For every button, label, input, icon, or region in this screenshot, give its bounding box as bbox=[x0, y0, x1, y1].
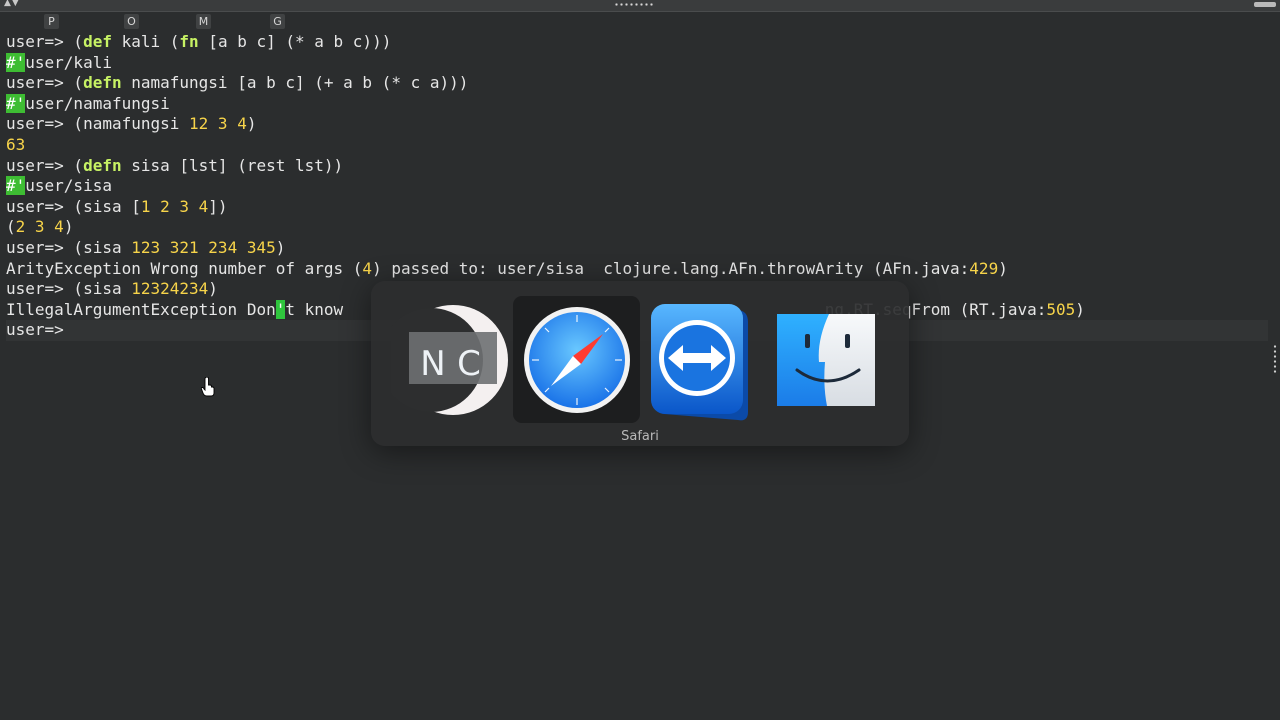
terminal-line: user=> (defn namafungsi [a b c] (+ a b (… bbox=[6, 73, 1268, 94]
vertical-resize-grip-icon[interactable] bbox=[1273, 344, 1277, 374]
horizontal-scroll-indicator[interactable] bbox=[1254, 2, 1276, 7]
terminal-text: ) bbox=[998, 258, 1008, 278]
terminal-text: 4 bbox=[362, 258, 373, 278]
terminal-text: ( bbox=[6, 217, 16, 237]
terminal-text: user/kali bbox=[25, 52, 112, 72]
terminal-line: user=> (sisa 123 321 234 345) bbox=[6, 238, 1268, 259]
terminal-line: #'user/kali bbox=[6, 52, 1268, 74]
terminal-text: 12 3 4 bbox=[189, 114, 247, 134]
terminal-text: namafungsi [a b c] (+ a b (* c a))) bbox=[121, 73, 469, 93]
terminal-text: #' bbox=[6, 93, 26, 113]
terminal-line: user=> (namafungsi 12 3 4) bbox=[6, 114, 1268, 135]
hint-o[interactable]: O bbox=[124, 14, 139, 29]
terminal-text: 12324234 bbox=[131, 279, 209, 299]
terminal-text: ) bbox=[246, 114, 257, 134]
hand-pointer-icon bbox=[200, 377, 215, 397]
terminal-text: 2 3 4 bbox=[15, 217, 64, 237]
finder-icon bbox=[777, 314, 875, 406]
terminal-text: user/namafungsi bbox=[25, 93, 170, 113]
terminal-text: def bbox=[83, 32, 112, 51]
terminal-text: user=> (sisa bbox=[6, 237, 132, 257]
terminal-text: 505 bbox=[1046, 299, 1076, 319]
terminal-text: kali ( bbox=[111, 32, 180, 51]
selected-app-label: Safari bbox=[621, 429, 659, 444]
terminal-text: [a b c] (* a b c))) bbox=[198, 32, 392, 51]
terminal-line: user=> (defn sisa [lst] (rest lst)) bbox=[6, 156, 1268, 177]
terminal-text: #' bbox=[6, 52, 26, 72]
hint-g[interactable]: G bbox=[270, 14, 285, 29]
app-switcher-item-teamviewer[interactable] bbox=[640, 296, 767, 423]
scroll-arrows-icon[interactable]: ▲▼ bbox=[4, 0, 20, 8]
terminal-text: ) bbox=[1075, 299, 1085, 319]
terminal-line: ArityException Wrong number of args (4) … bbox=[6, 259, 1268, 280]
teamviewer-icon bbox=[651, 304, 748, 421]
drag-grip-icon[interactable] bbox=[614, 2, 654, 7]
terminal-text: defn bbox=[83, 73, 122, 93]
tab-hints: P O M G bbox=[0, 14, 1280, 30]
terminal-text: ) bbox=[208, 279, 218, 299]
terminal-text: user=> ( bbox=[6, 32, 84, 51]
terminal-line: 63 bbox=[6, 135, 1268, 156]
hint-p[interactable]: P bbox=[44, 14, 59, 29]
terminal-line: (2 3 4) bbox=[6, 217, 1268, 238]
nc-app-icon: N C bbox=[391, 305, 508, 415]
terminal-text: 1 2 3 4 bbox=[140, 196, 209, 216]
terminal-line: user=> (sisa [1 2 3 4]) bbox=[6, 197, 1268, 218]
terminal-text: user/sisa bbox=[25, 176, 112, 196]
hint-m[interactable]: M bbox=[196, 14, 211, 29]
terminal-text: ) passed to: user/sisa clojure.lang.AFn.… bbox=[372, 258, 970, 278]
terminal-text: 123 321 234 345 bbox=[131, 237, 276, 257]
terminal-text: user=> (sisa bbox=[6, 279, 132, 299]
app-switcher-item-nc[interactable]: N C bbox=[391, 296, 518, 423]
terminal-text: IllegalArgumentException Don bbox=[6, 299, 276, 319]
terminal-text: ' bbox=[275, 299, 286, 319]
app-switcher-item-safari[interactable] bbox=[513, 296, 640, 423]
terminal-text: ]) bbox=[208, 196, 228, 216]
terminal-text: 429 bbox=[969, 258, 999, 278]
terminal-text: user=> ( bbox=[6, 155, 84, 175]
terminal-line: #'user/sisa bbox=[6, 176, 1268, 197]
terminal-text: user=> (sisa [ bbox=[6, 196, 141, 216]
terminal-text: ) bbox=[63, 217, 74, 237]
terminal-line: user=> (def kali (fn [a b c] (* a b c))) bbox=[6, 32, 1268, 53]
terminal-text: user=> (namafungsi bbox=[6, 114, 190, 134]
terminal-text: ) bbox=[275, 237, 286, 257]
nc-letter-c: C bbox=[457, 344, 481, 384]
terminal-text: 63 bbox=[6, 134, 26, 154]
terminal-line: #'user/namafungsi bbox=[6, 93, 1268, 115]
window-top-bar: ▲▼ bbox=[0, 0, 1280, 12]
nc-letter-n: N bbox=[420, 344, 445, 384]
terminal-text: user=> bbox=[6, 320, 74, 340]
terminal-text: defn bbox=[83, 155, 122, 175]
terminal-text: sisa [lst] (rest lst)) bbox=[121, 155, 344, 175]
terminal-text: fn bbox=[179, 32, 199, 51]
app-switcher-item-finder[interactable] bbox=[767, 296, 894, 423]
terminal-text: user=> ( bbox=[6, 73, 84, 93]
app-switcher: N C Safari bbox=[371, 281, 909, 446]
terminal-text: ArityException Wrong number of args ( bbox=[6, 258, 363, 278]
safari-icon bbox=[524, 307, 630, 413]
terminal-text: #' bbox=[6, 176, 26, 196]
